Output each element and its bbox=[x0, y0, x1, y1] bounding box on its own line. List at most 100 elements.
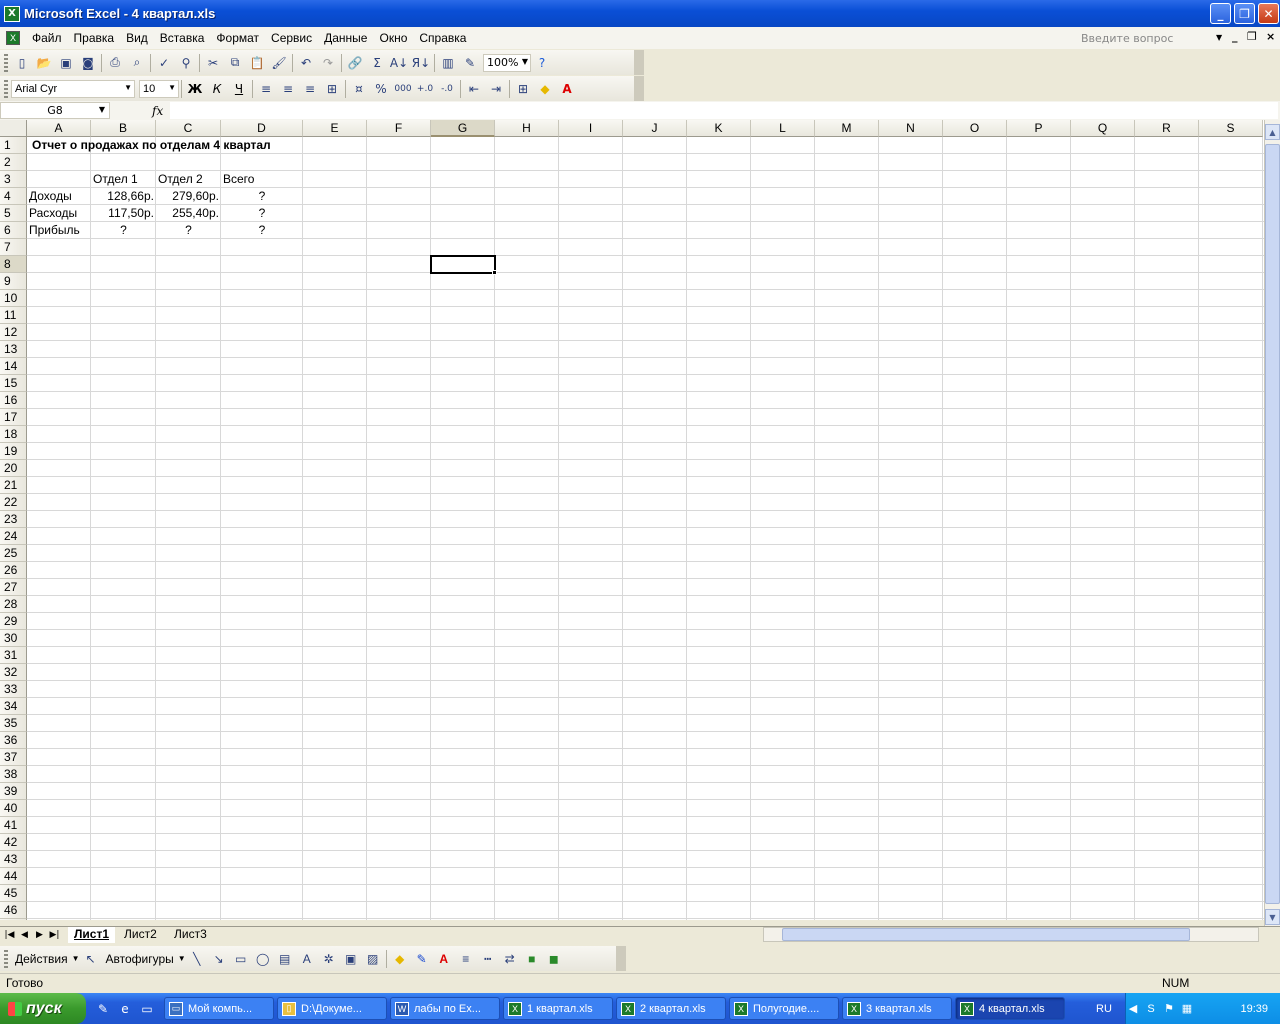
row-header-40[interactable]: 40 bbox=[0, 800, 27, 817]
row-header-20[interactable]: 20 bbox=[0, 460, 27, 477]
permission-icon[interactable]: ◙ bbox=[77, 52, 99, 74]
row-header-18[interactable]: 18 bbox=[0, 426, 27, 443]
active-cell-cursor[interactable] bbox=[430, 255, 496, 274]
cell-c6[interactable]: ? bbox=[156, 222, 221, 239]
network-icon[interactable]: ▦ bbox=[1180, 1002, 1194, 1016]
prev-sheet-icon[interactable]: ◀ bbox=[17, 927, 32, 943]
column-header-q[interactable]: Q bbox=[1071, 120, 1135, 137]
row-header-46[interactable]: 46 bbox=[0, 902, 27, 919]
arrow-style-icon[interactable]: ⇄ bbox=[499, 948, 521, 970]
rectangle-icon[interactable]: ▭ bbox=[230, 948, 252, 970]
undo-icon[interactable]: ↶ bbox=[295, 52, 317, 74]
cell-d5[interactable]: ? bbox=[221, 205, 303, 222]
row-header-47[interactable]: 47 bbox=[0, 919, 27, 920]
column-header-m[interactable]: M bbox=[815, 120, 879, 137]
arrow-icon[interactable]: ↘ bbox=[208, 948, 230, 970]
cut-icon[interactable]: ✂ bbox=[202, 52, 224, 74]
column-header-a[interactable]: A bbox=[27, 120, 91, 137]
scroll-down-icon[interactable]: ▼ bbox=[1265, 909, 1280, 925]
row-header-24[interactable]: 24 bbox=[0, 528, 27, 545]
align-center-icon[interactable]: ≡ bbox=[277, 78, 299, 100]
toolbar-grip[interactable] bbox=[4, 53, 8, 72]
draw-actions-menu[interactable]: Действия bbox=[11, 952, 72, 966]
column-header-o[interactable]: O bbox=[943, 120, 1007, 137]
column-header-e[interactable]: E bbox=[303, 120, 367, 137]
tray-app-icon[interactable]: S bbox=[1144, 1002, 1158, 1016]
font-color-icon[interactable]: A bbox=[556, 78, 578, 100]
row-header-4[interactable]: 4 bbox=[0, 188, 27, 205]
picture-icon[interactable]: ▨ bbox=[362, 948, 384, 970]
ie-icon[interactable]: e bbox=[117, 1001, 133, 1017]
chevron-down-icon[interactable]: ▼ bbox=[178, 954, 186, 963]
hyperlink-icon[interactable]: 🔗 bbox=[344, 52, 366, 74]
row-header-23[interactable]: 23 bbox=[0, 511, 27, 528]
row-header-21[interactable]: 21 bbox=[0, 477, 27, 494]
vertical-scroll-thumb[interactable] bbox=[1265, 144, 1280, 904]
row-header-34[interactable]: 34 bbox=[0, 698, 27, 715]
cell-b5[interactable]: 117,50р. bbox=[91, 205, 156, 222]
doc-restore-button[interactable]: ❐ bbox=[1247, 30, 1257, 43]
currency-icon[interactable]: ¤ bbox=[348, 78, 370, 100]
row-header-12[interactable]: 12 bbox=[0, 324, 27, 341]
oval-icon[interactable]: ◯ bbox=[252, 948, 274, 970]
cell-d6[interactable]: ? bbox=[221, 222, 303, 239]
3d-icon[interactable]: ◼ bbox=[543, 948, 565, 970]
line-style-icon[interactable]: ≡ bbox=[455, 948, 477, 970]
decrease-indent-icon[interactable]: ⇤ bbox=[463, 78, 485, 100]
paste-icon[interactable]: 📋 bbox=[246, 52, 268, 74]
column-header-h[interactable]: H bbox=[495, 120, 559, 137]
start-button[interactable]: пуск bbox=[0, 993, 86, 1024]
row-header-36[interactable]: 36 bbox=[0, 732, 27, 749]
doc-close-button[interactable]: × bbox=[1266, 30, 1275, 43]
toolbar-grip[interactable] bbox=[4, 949, 8, 968]
redo-icon[interactable]: ↷ bbox=[317, 52, 339, 74]
column-header-s[interactable]: S bbox=[1199, 120, 1263, 137]
cell-d3[interactable]: Всего bbox=[221, 171, 303, 188]
select-objects-icon[interactable]: ↖ bbox=[80, 948, 102, 970]
column-header-i[interactable]: I bbox=[559, 120, 623, 137]
diagram-icon[interactable]: ✲ bbox=[318, 948, 340, 970]
doc-minimize-button[interactable]: _ bbox=[1232, 30, 1238, 43]
minimize-button[interactable]: _ bbox=[1210, 3, 1231, 24]
column-header-k[interactable]: K bbox=[687, 120, 751, 137]
chevron-down-icon[interactable]: ▼ bbox=[1216, 33, 1222, 42]
column-header-j[interactable]: J bbox=[623, 120, 687, 137]
desktop-icon[interactable]: ▭ bbox=[139, 1001, 155, 1017]
workbook-icon[interactable]: X bbox=[6, 31, 20, 45]
bold-button[interactable]: Ж bbox=[184, 78, 206, 100]
cell-a6[interactable]: Прибыль bbox=[27, 222, 91, 239]
menu-insert[interactable]: Вставка bbox=[154, 31, 211, 45]
task-excel-1[interactable]: X 1 квартал.xls bbox=[503, 997, 613, 1020]
increase-indent-icon[interactable]: ⇥ bbox=[485, 78, 507, 100]
last-sheet-icon[interactable]: ▶| bbox=[47, 927, 62, 943]
menu-edit[interactable]: Правка bbox=[68, 31, 121, 45]
worksheet-grid[interactable]: ABCDEFGHIJKLMNOPQRS 1 2 3 4 5 6 7 8 9 10 11 12 13 14 1… bbox=[0, 120, 1264, 920]
row-header-29[interactable]: 29 bbox=[0, 613, 27, 630]
increase-decimal-icon[interactable]: +.0 bbox=[414, 78, 436, 100]
row-header-3[interactable]: 3 bbox=[0, 171, 27, 188]
row-header-17[interactable]: 17 bbox=[0, 409, 27, 426]
task-my-computer[interactable]: ▭ Мой компь... bbox=[164, 997, 274, 1020]
line-color-icon[interactable]: ✎ bbox=[411, 948, 433, 970]
cell-b6[interactable]: ? bbox=[91, 222, 156, 239]
row-header-44[interactable]: 44 bbox=[0, 868, 27, 885]
horizontal-scrollbar[interactable] bbox=[763, 927, 1259, 942]
row-header-6[interactable]: 6 bbox=[0, 222, 27, 239]
insert-function-icon[interactable]: fx bbox=[152, 104, 163, 118]
copy-icon[interactable]: ⧉ bbox=[224, 52, 246, 74]
toolbar-options-icon[interactable] bbox=[616, 946, 626, 971]
research-icon[interactable]: ⚲ bbox=[175, 52, 197, 74]
formula-input[interactable] bbox=[170, 102, 1278, 119]
column-header-f[interactable]: F bbox=[367, 120, 431, 137]
font-color-icon[interactable]: A bbox=[433, 948, 455, 970]
sheet-tab-3[interactable]: Лист3 bbox=[168, 927, 213, 943]
row-header-26[interactable]: 26 bbox=[0, 562, 27, 579]
menu-format[interactable]: Формат bbox=[210, 31, 265, 45]
align-right-icon[interactable]: ≡ bbox=[299, 78, 321, 100]
toolbar-grip[interactable] bbox=[4, 79, 8, 98]
row-header-43[interactable]: 43 bbox=[0, 851, 27, 868]
row-header-39[interactable]: 39 bbox=[0, 783, 27, 800]
column-header-c[interactable]: C bbox=[156, 120, 221, 137]
chart-wizard-icon[interactable]: ▥ bbox=[437, 52, 459, 74]
align-left-icon[interactable]: ≡ bbox=[255, 78, 277, 100]
